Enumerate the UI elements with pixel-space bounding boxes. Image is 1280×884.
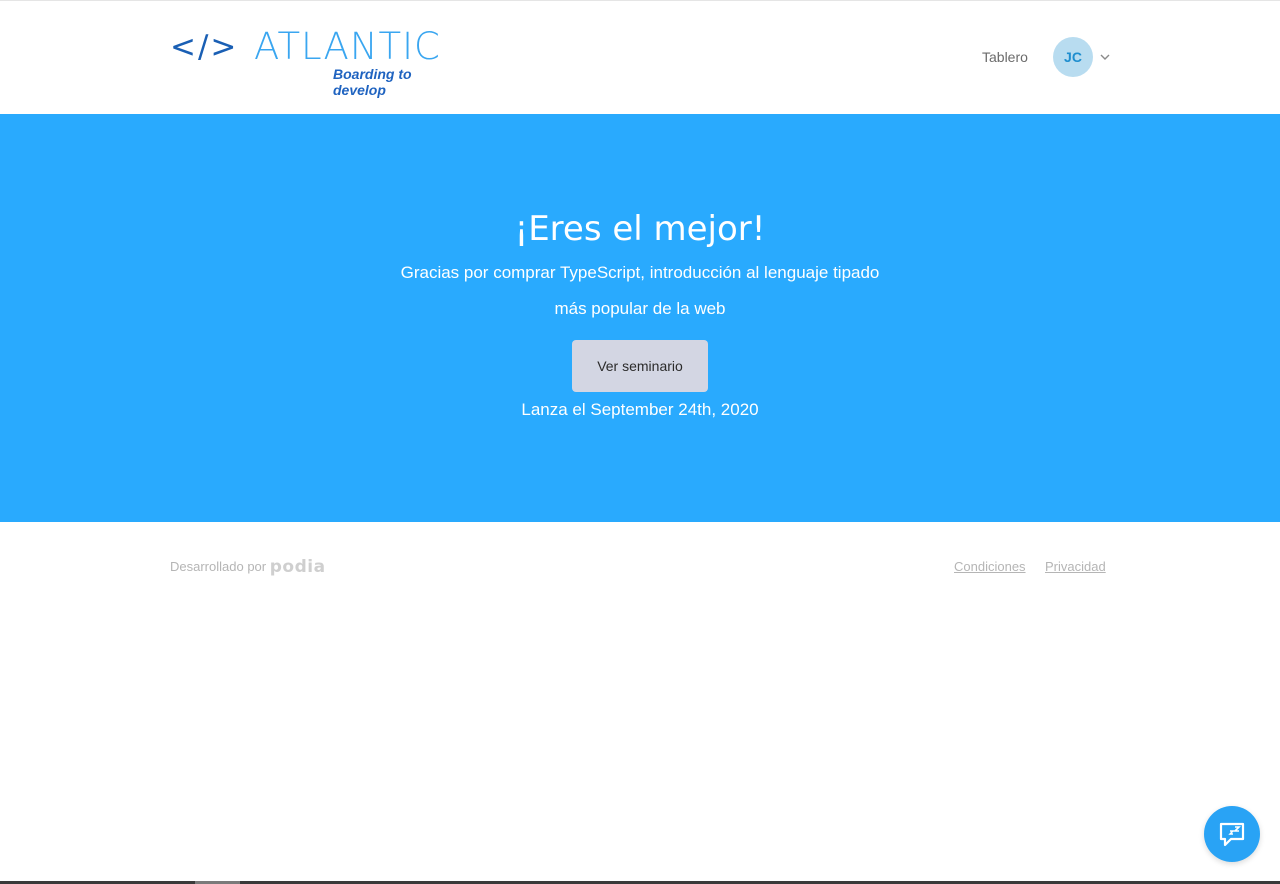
terms-link[interactable]: Condiciones — [954, 559, 1026, 575]
chat-support-icon — [1219, 822, 1245, 847]
launch-date-text: Lanza el September 24th, 2020 — [521, 400, 759, 419]
chat-support-button[interactable] — [1204, 806, 1260, 862]
logo-code-brackets: </> — [170, 29, 239, 65]
nav-link-tablero[interactable]: Tablero — [982, 49, 1028, 65]
chevron-down-icon[interactable] — [1099, 52, 1111, 62]
powered-by-label: Desarrollado por — [170, 559, 267, 574]
hero-subtitle: Gracias por comprar TypeScript, introduc… — [400, 263, 880, 318]
powered-by: Desarrollado por podia — [170, 557, 326, 577]
atlantic-logo[interactable]: </> ATLANTIC Boarding to develop — [170, 25, 460, 99]
privacy-link[interactable]: Privacidad — [1045, 559, 1106, 575]
hero-banner: ¡Eres el mejor! Gracias por comprar Type… — [0, 114, 1280, 522]
hero-title: ¡Eres el mejor! — [514, 209, 766, 249]
logo-tagline: Boarding to develop — [333, 66, 412, 98]
logo-wordmark: ATLANTIC — [254, 25, 441, 68]
view-seminar-button[interactable]: Ver seminario — [572, 340, 708, 392]
podia-logo[interactable]: podia — [270, 557, 326, 577]
site-header: </> ATLANTIC Boarding to develop Tablero… — [0, 1, 1280, 114]
avatar[interactable]: JC — [1053, 37, 1093, 77]
